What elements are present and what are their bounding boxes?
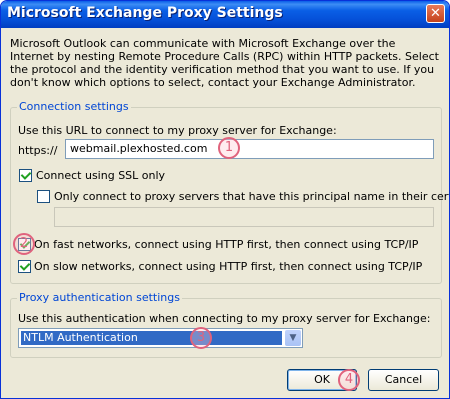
close-icon[interactable]: ✕	[426, 4, 445, 23]
auth-label: Use this authentication when connecting …	[18, 312, 431, 325]
ssl-only-checkbox[interactable]	[19, 169, 32, 182]
annotation-marker-1: 1	[218, 137, 240, 159]
annotation-marker-3: 3	[190, 327, 212, 349]
ssl-only-label: Connect using SSL only	[36, 169, 166, 182]
auth-method-select[interactable]: NTLM Authentication ▼	[18, 328, 303, 348]
auth-method-value: NTLM Authentication	[21, 331, 282, 345]
title-bar: Microsoft Exchange Proxy Settings ✕	[1, 1, 449, 28]
dialog-window: Microsoft Exchange Proxy Settings ✕ Micr…	[0, 0, 450, 399]
annotation-marker-4: 4	[338, 369, 360, 391]
cancel-button[interactable]: Cancel	[368, 369, 439, 391]
intro-text: Microsoft Outlook can communicate with M…	[10, 37, 439, 89]
proxy-auth-legend: Proxy authentication settings	[17, 291, 182, 304]
principal-name-label: Only connect to proxy servers that have …	[54, 190, 450, 203]
chevron-down-icon[interactable]: ▼	[285, 330, 301, 346]
principal-name-checkbox[interactable]	[37, 190, 50, 203]
annotation-marker-2: 2	[13, 233, 35, 255]
url-label: Use this URL to connect to my proxy serv…	[18, 124, 337, 137]
principal-name-field[interactable]	[54, 207, 434, 227]
url-prefix: https://	[18, 144, 58, 157]
fast-networks-label: On fast networks, connect using HTTP fir…	[34, 238, 419, 251]
window-title: Microsoft Exchange Proxy Settings	[7, 5, 283, 21]
connection-settings-legend: Connection settings	[17, 100, 131, 113]
slow-networks-checkbox[interactable]	[18, 260, 31, 273]
slow-networks-label: On slow networks, connect using HTTP fir…	[34, 260, 423, 273]
proxy-url-field[interactable]: webmail.plexhosted.com	[65, 139, 434, 159]
